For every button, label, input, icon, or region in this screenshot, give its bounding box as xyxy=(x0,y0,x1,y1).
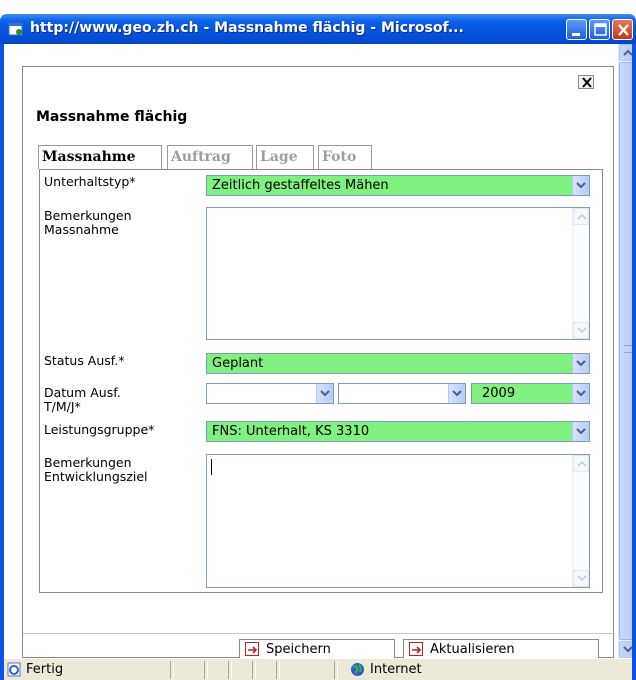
status-divider xyxy=(170,661,174,679)
status-text: Fertig xyxy=(26,662,64,677)
footer-divider xyxy=(23,633,615,634)
textarea-scrollbar[interactable] xyxy=(572,208,589,339)
label-line-1: Datum Ausf. xyxy=(44,385,121,400)
browser-popup-window: http://www.geo.zh.ch - Massnahme flächig… xyxy=(0,14,636,680)
dialog-title: Massnahme flächig xyxy=(36,109,188,125)
scroll-down-icon[interactable] xyxy=(573,322,589,339)
title-bar[interactable]: http://www.geo.zh.ch - Massnahme flächig… xyxy=(0,14,636,44)
datum-month-select[interactable] xyxy=(338,383,466,404)
unterhaltstyp-value: Zeitlich gestaffeltes Mähen xyxy=(212,178,389,193)
update-button-label: Aktualisieren xyxy=(430,642,515,657)
scroll-thumb[interactable] xyxy=(619,62,632,640)
ie-page-icon xyxy=(7,662,21,677)
ie-page-icon xyxy=(8,22,23,36)
status-divider xyxy=(252,661,256,679)
label-line-1: Bemerkungen xyxy=(44,208,132,223)
security-zone-label: Internet xyxy=(370,662,422,677)
datum-year-value: 2009 xyxy=(482,386,516,401)
update-button[interactable]: Aktualisieren xyxy=(403,639,599,658)
status-divider xyxy=(276,661,280,679)
tab-foto[interactable]: Foto xyxy=(318,145,372,169)
leistungsgruppe-value: FNS: Unterhalt, KS 3310 xyxy=(212,424,370,439)
status-bar: Fertig Internet xyxy=(4,658,632,680)
datum-day-select[interactable] xyxy=(206,383,334,404)
status-divider xyxy=(204,661,208,679)
form-panel: Unterhaltstyp* Zeitlich gestaffeltes Mäh… xyxy=(39,169,603,593)
scroll-grip xyxy=(624,345,632,353)
text-cursor xyxy=(211,459,212,475)
bemerkungen-entwicklungsziel-label: Bemerkungen Entwicklungsziel xyxy=(44,456,148,484)
scroll-up-icon[interactable] xyxy=(619,44,632,61)
close-window-button[interactable] xyxy=(612,19,633,40)
scroll-up-icon[interactable] xyxy=(573,208,589,225)
bemerkungen-massnahme-textarea[interactable] xyxy=(206,207,590,340)
chevron-down-icon[interactable] xyxy=(572,176,589,195)
status-divider xyxy=(228,661,232,679)
arrow-right-icon xyxy=(409,642,423,656)
unterhaltstyp-label: Unterhaltstyp* xyxy=(44,174,136,189)
minimize-icon xyxy=(572,33,580,36)
chevron-down-icon[interactable] xyxy=(572,354,589,373)
save-button-label: Speichern xyxy=(266,642,331,657)
chevron-down-icon[interactable] xyxy=(448,384,465,403)
window-title: http://www.geo.zh.ch - Massnahme flächig… xyxy=(30,20,464,36)
scroll-down-icon[interactable] xyxy=(619,641,632,658)
scroll-down-icon[interactable] xyxy=(573,570,589,587)
minimize-button[interactable] xyxy=(566,19,587,40)
textarea-scrollbar[interactable] xyxy=(572,455,589,587)
leistungsgruppe-label: Leistungsgruppe* xyxy=(44,422,155,437)
save-button[interactable]: Speichern xyxy=(239,639,395,658)
tab-lage[interactable]: Lage xyxy=(256,145,314,169)
dialog: Massnahme flächig Massnahme Auftrag Lage… xyxy=(22,66,615,658)
status-value: Geplant xyxy=(212,356,264,371)
status-label: Status Ausf.* xyxy=(44,353,125,368)
maximize-button[interactable] xyxy=(589,19,610,40)
window-scrollbar[interactable] xyxy=(618,44,632,658)
close-icon xyxy=(618,24,629,36)
status-select[interactable]: Geplant xyxy=(206,353,590,374)
tab-massnahme[interactable]: Massnahme xyxy=(38,145,162,169)
close-icon xyxy=(582,77,592,88)
chevron-down-icon[interactable] xyxy=(316,384,333,403)
globe-icon xyxy=(351,663,364,676)
datum-label: Datum Ausf. T/M/J* xyxy=(44,386,121,414)
chevron-down-icon[interactable] xyxy=(572,422,589,441)
chevron-down-icon[interactable] xyxy=(572,384,589,403)
datum-year-select[interactable]: 2009 xyxy=(471,383,590,404)
scroll-up-icon[interactable] xyxy=(573,455,589,472)
bemerkungen-entwicklungsziel-textarea[interactable] xyxy=(206,454,590,588)
label-line-2: Massnahme xyxy=(44,222,119,237)
bemerkungen-massnahme-label: Bemerkungen Massnahme xyxy=(44,209,132,237)
client-area: Massnahme flächig Massnahme Auftrag Lage… xyxy=(4,44,632,658)
dialog-close-button[interactable] xyxy=(578,75,594,89)
arrow-right-icon xyxy=(245,642,259,656)
label-line-2: T/M/J* xyxy=(44,399,81,414)
unterhaltstyp-select[interactable]: Zeitlich gestaffeltes Mähen xyxy=(206,175,590,196)
maximize-icon xyxy=(594,23,607,36)
label-line-1: Bemerkungen xyxy=(44,455,132,470)
label-line-2: Entwicklungsziel xyxy=(44,469,148,484)
status-divider xyxy=(334,661,338,679)
tab-auftrag[interactable]: Auftrag xyxy=(167,145,253,169)
leistungsgruppe-select[interactable]: FNS: Unterhalt, KS 3310 xyxy=(206,421,590,442)
